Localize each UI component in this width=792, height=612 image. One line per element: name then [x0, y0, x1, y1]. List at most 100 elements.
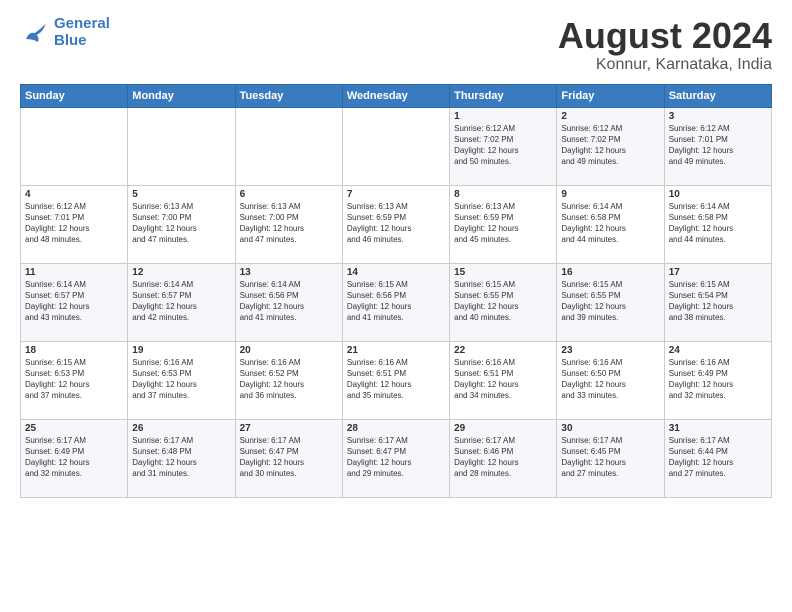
day-number: 2	[561, 111, 659, 122]
day-info: Sunrise: 6:17 AM Sunset: 6:47 PM Dayligh…	[347, 435, 445, 480]
day-info: Sunrise: 6:14 AM Sunset: 6:57 PM Dayligh…	[25, 279, 123, 324]
day-number: 22	[454, 345, 552, 356]
day-info: Sunrise: 6:15 AM Sunset: 6:56 PM Dayligh…	[347, 279, 445, 324]
calendar-cell: 4Sunrise: 6:12 AM Sunset: 7:01 PM Daylig…	[21, 185, 128, 263]
week-row-5: 25Sunrise: 6:17 AM Sunset: 6:49 PM Dayli…	[21, 419, 772, 497]
logo-line1: General	[54, 15, 110, 32]
day-info: Sunrise: 6:14 AM Sunset: 6:57 PM Dayligh…	[132, 279, 230, 324]
week-row-2: 4Sunrise: 6:12 AM Sunset: 7:01 PM Daylig…	[21, 185, 772, 263]
day-info: Sunrise: 6:14 AM Sunset: 6:56 PM Dayligh…	[240, 279, 338, 324]
day-number: 18	[25, 345, 123, 356]
day-number: 30	[561, 423, 659, 434]
day-info: Sunrise: 6:12 AM Sunset: 7:01 PM Dayligh…	[669, 123, 767, 168]
day-number: 20	[240, 345, 338, 356]
header-wednesday: Wednesday	[342, 84, 449, 107]
day-info: Sunrise: 6:16 AM Sunset: 6:49 PM Dayligh…	[669, 357, 767, 402]
header-sunday: Sunday	[21, 84, 128, 107]
calendar-cell: 30Sunrise: 6:17 AM Sunset: 6:45 PM Dayli…	[557, 419, 664, 497]
day-info: Sunrise: 6:17 AM Sunset: 6:44 PM Dayligh…	[669, 435, 767, 480]
day-info: Sunrise: 6:16 AM Sunset: 6:52 PM Dayligh…	[240, 357, 338, 402]
calendar-cell: 23Sunrise: 6:16 AM Sunset: 6:50 PM Dayli…	[557, 341, 664, 419]
calendar-cell: 17Sunrise: 6:15 AM Sunset: 6:54 PM Dayli…	[664, 263, 771, 341]
day-number: 16	[561, 267, 659, 278]
calendar-cell: 13Sunrise: 6:14 AM Sunset: 6:56 PM Dayli…	[235, 263, 342, 341]
logo-line2: Blue	[54, 32, 87, 49]
week-row-4: 18Sunrise: 6:15 AM Sunset: 6:53 PM Dayli…	[21, 341, 772, 419]
calendar-cell	[342, 107, 449, 185]
calendar-cell: 1Sunrise: 6:12 AM Sunset: 7:02 PM Daylig…	[450, 107, 557, 185]
calendar-cell: 12Sunrise: 6:14 AM Sunset: 6:57 PM Dayli…	[128, 263, 235, 341]
day-info: Sunrise: 6:12 AM Sunset: 7:02 PM Dayligh…	[454, 123, 552, 168]
day-number: 7	[347, 189, 445, 200]
calendar-cell: 16Sunrise: 6:15 AM Sunset: 6:55 PM Dayli…	[557, 263, 664, 341]
day-info: Sunrise: 6:13 AM Sunset: 6:59 PM Dayligh…	[347, 201, 445, 246]
logo: General Blue	[20, 16, 110, 49]
day-info: Sunrise: 6:13 AM Sunset: 7:00 PM Dayligh…	[132, 201, 230, 246]
calendar-cell: 24Sunrise: 6:16 AM Sunset: 6:49 PM Dayli…	[664, 341, 771, 419]
day-number: 27	[240, 423, 338, 434]
day-info: Sunrise: 6:16 AM Sunset: 6:53 PM Dayligh…	[132, 357, 230, 402]
day-number: 19	[132, 345, 230, 356]
calendar-cell: 25Sunrise: 6:17 AM Sunset: 6:49 PM Dayli…	[21, 419, 128, 497]
header-thursday: Thursday	[450, 84, 557, 107]
day-number: 24	[669, 345, 767, 356]
calendar-cell: 20Sunrise: 6:16 AM Sunset: 6:52 PM Dayli…	[235, 341, 342, 419]
calendar-cell: 9Sunrise: 6:14 AM Sunset: 6:58 PM Daylig…	[557, 185, 664, 263]
day-info: Sunrise: 6:14 AM Sunset: 6:58 PM Dayligh…	[669, 201, 767, 246]
calendar-cell: 3Sunrise: 6:12 AM Sunset: 7:01 PM Daylig…	[664, 107, 771, 185]
calendar-cell: 2Sunrise: 6:12 AM Sunset: 7:02 PM Daylig…	[557, 107, 664, 185]
day-info: Sunrise: 6:17 AM Sunset: 6:46 PM Dayligh…	[454, 435, 552, 480]
calendar-cell: 10Sunrise: 6:14 AM Sunset: 6:58 PM Dayli…	[664, 185, 771, 263]
calendar-cell: 22Sunrise: 6:16 AM Sunset: 6:51 PM Dayli…	[450, 341, 557, 419]
week-row-1: 1Sunrise: 6:12 AM Sunset: 7:02 PM Daylig…	[21, 107, 772, 185]
day-info: Sunrise: 6:17 AM Sunset: 6:45 PM Dayligh…	[561, 435, 659, 480]
title-area: August 2024 Konnur, Karnataka, India	[558, 16, 772, 74]
day-number: 6	[240, 189, 338, 200]
calendar-cell: 31Sunrise: 6:17 AM Sunset: 6:44 PM Dayli…	[664, 419, 771, 497]
day-info: Sunrise: 6:15 AM Sunset: 6:55 PM Dayligh…	[561, 279, 659, 324]
day-number: 21	[347, 345, 445, 356]
day-number: 4	[25, 189, 123, 200]
header-saturday: Saturday	[664, 84, 771, 107]
calendar-cell: 26Sunrise: 6:17 AM Sunset: 6:48 PM Dayli…	[128, 419, 235, 497]
calendar-cell	[128, 107, 235, 185]
day-number: 9	[561, 189, 659, 200]
day-number: 3	[669, 111, 767, 122]
day-number: 11	[25, 267, 123, 278]
day-info: Sunrise: 6:12 AM Sunset: 7:01 PM Dayligh…	[25, 201, 123, 246]
header-friday: Friday	[557, 84, 664, 107]
calendar-cell: 27Sunrise: 6:17 AM Sunset: 6:47 PM Dayli…	[235, 419, 342, 497]
day-number: 23	[561, 345, 659, 356]
weekday-header-row: Sunday Monday Tuesday Wednesday Thursday…	[21, 84, 772, 107]
day-info: Sunrise: 6:15 AM Sunset: 6:55 PM Dayligh…	[454, 279, 552, 324]
calendar-subtitle: Konnur, Karnataka, India	[558, 56, 772, 74]
day-info: Sunrise: 6:16 AM Sunset: 6:50 PM Dayligh…	[561, 357, 659, 402]
day-info: Sunrise: 6:16 AM Sunset: 6:51 PM Dayligh…	[347, 357, 445, 402]
calendar-cell: 11Sunrise: 6:14 AM Sunset: 6:57 PM Dayli…	[21, 263, 128, 341]
day-info: Sunrise: 6:16 AM Sunset: 6:51 PM Dayligh…	[454, 357, 552, 402]
week-row-3: 11Sunrise: 6:14 AM Sunset: 6:57 PM Dayli…	[21, 263, 772, 341]
day-info: Sunrise: 6:12 AM Sunset: 7:02 PM Dayligh…	[561, 123, 659, 168]
day-info: Sunrise: 6:17 AM Sunset: 6:47 PM Dayligh…	[240, 435, 338, 480]
calendar-cell: 28Sunrise: 6:17 AM Sunset: 6:47 PM Dayli…	[342, 419, 449, 497]
day-number: 8	[454, 189, 552, 200]
calendar-cell: 14Sunrise: 6:15 AM Sunset: 6:56 PM Dayli…	[342, 263, 449, 341]
calendar-cell: 29Sunrise: 6:17 AM Sunset: 6:46 PM Dayli…	[450, 419, 557, 497]
calendar-cell	[235, 107, 342, 185]
calendar-cell: 5Sunrise: 6:13 AM Sunset: 7:00 PM Daylig…	[128, 185, 235, 263]
day-number: 26	[132, 423, 230, 434]
day-number: 1	[454, 111, 552, 122]
day-info: Sunrise: 6:17 AM Sunset: 6:49 PM Dayligh…	[25, 435, 123, 480]
calendar-table: Sunday Monday Tuesday Wednesday Thursday…	[20, 84, 772, 498]
day-number: 5	[132, 189, 230, 200]
calendar-title: August 2024	[558, 16, 772, 56]
calendar-cell: 8Sunrise: 6:13 AM Sunset: 6:59 PM Daylig…	[450, 185, 557, 263]
day-number: 12	[132, 267, 230, 278]
header-monday: Monday	[128, 84, 235, 107]
day-info: Sunrise: 6:15 AM Sunset: 6:53 PM Dayligh…	[25, 357, 123, 402]
day-info: Sunrise: 6:13 AM Sunset: 6:59 PM Dayligh…	[454, 201, 552, 246]
day-number: 10	[669, 189, 767, 200]
day-number: 15	[454, 267, 552, 278]
calendar-cell: 7Sunrise: 6:13 AM Sunset: 6:59 PM Daylig…	[342, 185, 449, 263]
day-info: Sunrise: 6:15 AM Sunset: 6:54 PM Dayligh…	[669, 279, 767, 324]
